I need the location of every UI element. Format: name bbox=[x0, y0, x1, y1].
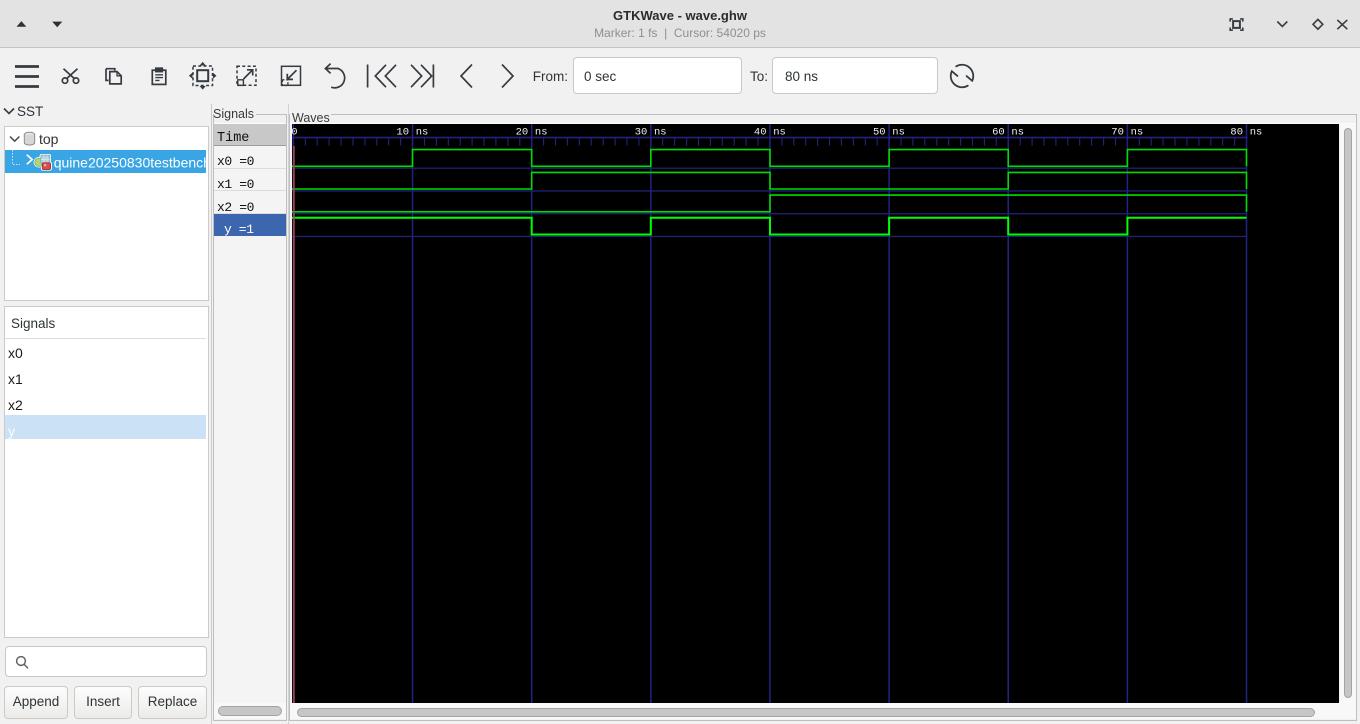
svg-text:70: 70 bbox=[1111, 127, 1124, 139]
svg-text:0: 0 bbox=[292, 127, 298, 139]
svg-text:ns: ns bbox=[773, 127, 786, 139]
svg-text:40: 40 bbox=[754, 127, 767, 139]
svg-text:10: 10 bbox=[396, 127, 409, 139]
svg-text:60: 60 bbox=[992, 127, 1005, 139]
svg-text:ns: ns bbox=[1250, 127, 1263, 139]
svg-text:ns: ns bbox=[892, 127, 905, 139]
svg-text:ns: ns bbox=[1011, 127, 1024, 139]
svg-text:ns: ns bbox=[654, 127, 667, 139]
svg-text:30: 30 bbox=[635, 127, 648, 139]
svg-text:80: 80 bbox=[1230, 127, 1243, 139]
svg-text:quine20250830testbench: quine20250830testbench bbox=[54, 155, 206, 171]
svg-text:20: 20 bbox=[516, 127, 529, 139]
svg-text:ns: ns bbox=[535, 127, 548, 139]
svg-text:ns: ns bbox=[1131, 127, 1144, 139]
svg-text:50: 50 bbox=[873, 127, 886, 139]
svg-text:ns: ns bbox=[416, 127, 429, 139]
